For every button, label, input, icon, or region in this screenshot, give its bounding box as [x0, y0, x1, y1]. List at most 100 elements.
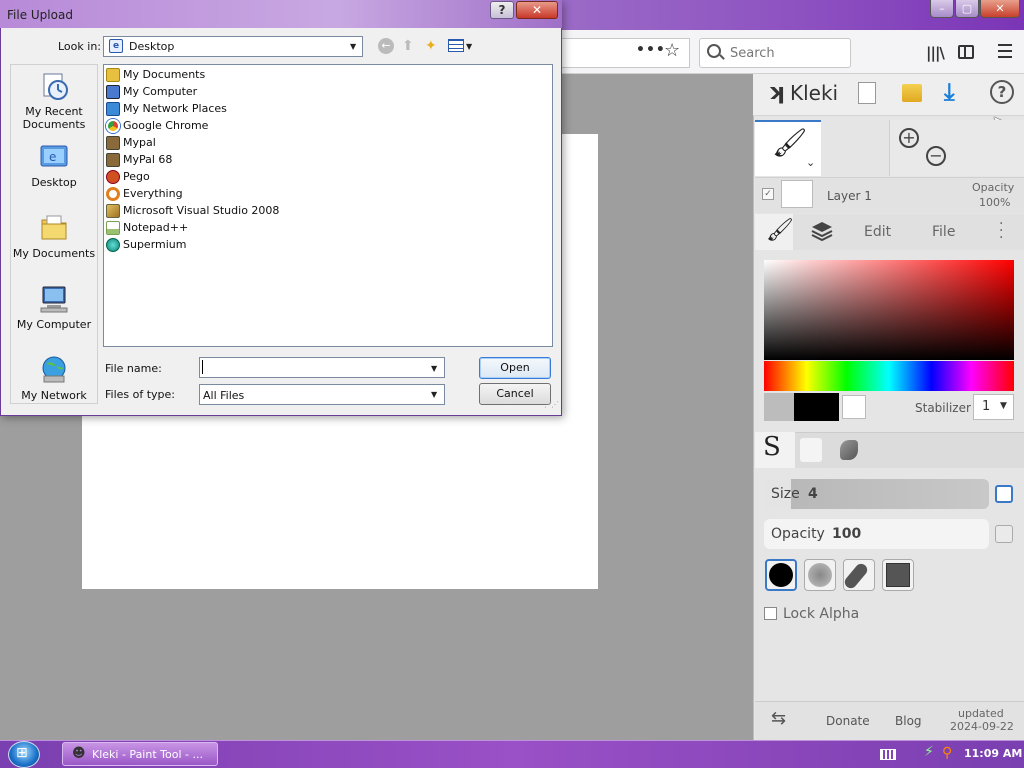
layer-opacity-value: 100% — [979, 196, 1011, 209]
keyboard-tray-icon[interactable] — [880, 749, 896, 760]
search-placeholder: Search — [730, 46, 775, 61]
back-icon[interactable]: ← — [378, 38, 394, 54]
chevron-down-icon[interactable]: ▼ — [431, 364, 437, 373]
svg-text:e: e — [49, 150, 56, 164]
more-options-icon[interactable]: · · · — [999, 217, 1003, 245]
clock[interactable]: 11:09 AM — [964, 747, 1022, 760]
maximize-button[interactable]: ▢ — [955, 0, 979, 18]
place-my-computer[interactable]: My Computer — [10, 318, 98, 331]
hue-slider[interactable] — [764, 361, 1014, 391]
opacity-pressure-checkbox[interactable] — [995, 525, 1013, 543]
zoom-in-icon[interactable]: + — [899, 128, 919, 148]
tab-file[interactable]: File — [932, 224, 955, 240]
size-value: 4 — [808, 486, 818, 502]
blend-brush-icon[interactable] — [800, 438, 822, 462]
notepad-icon — [106, 220, 120, 235]
my-network-icon — [42, 356, 66, 383]
view-menu-icon[interactable] — [448, 39, 464, 52]
zoom-out-icon[interactable]: − — [926, 146, 946, 166]
primary-color-swatch[interactable] — [794, 393, 839, 421]
search-tray-icon[interactable]: ⚲ — [942, 745, 952, 761]
computer-icon — [106, 84, 120, 99]
layer-visibility-checkbox[interactable]: ✓ — [762, 188, 774, 200]
size-pressure-checkbox[interactable] — [995, 485, 1013, 503]
file-name-label: File name: — [105, 362, 162, 375]
look-in-label: Look in: — [58, 40, 101, 53]
resize-grip-icon[interactable]: ⋰⋰ — [544, 400, 559, 409]
network-icon — [106, 101, 120, 116]
updated-label: updated — [958, 707, 1004, 720]
open-image-icon[interactable] — [902, 84, 922, 102]
blog-link[interactable]: Blog — [895, 714, 922, 728]
place-recent-documents[interactable]: My Recent Documents — [10, 105, 98, 131]
opacity-label: Opacity — [771, 526, 825, 542]
list-item[interactable]: Pego — [106, 168, 150, 185]
color-swatch-gray[interactable] — [764, 393, 794, 421]
list-item[interactable]: Everything — [106, 185, 183, 202]
download-icon[interactable]: ⤓ — [944, 78, 955, 106]
new-folder-icon[interactable]: ✦ — [425, 38, 437, 54]
files-of-type-value: All Files — [203, 389, 245, 402]
chrome-icon — [106, 118, 120, 133]
list-item[interactable]: Notepad++ — [106, 219, 188, 236]
page-actions-icon[interactable]: ••• — [636, 42, 666, 58]
round-soft-icon — [808, 563, 832, 587]
dialog-help-button[interactable]: ? — [490, 1, 514, 19]
list-item[interactable]: Supermium — [106, 236, 187, 253]
desktop-icon: e — [40, 145, 68, 167]
stabilizer-select[interactable]: 1 — [973, 394, 1014, 420]
pen-stroke-icon: S — [763, 432, 781, 462]
chevron-down-icon[interactable]: ▼ — [466, 42, 472, 51]
list-item[interactable]: Microsoft Visual Studio 2008 — [106, 202, 279, 219]
network-tray-icon[interactable]: ⚡ — [924, 744, 934, 760]
layers-icon[interactable] — [810, 220, 834, 242]
lock-alpha-checkbox[interactable] — [764, 607, 777, 620]
place-my-documents[interactable]: My Documents — [10, 247, 98, 260]
list-item[interactable]: MyPal 68 — [106, 151, 172, 168]
search-icon — [707, 44, 721, 58]
swap-arrows-icon[interactable]: ⇆ — [771, 708, 786, 729]
smudge-brush-icon[interactable] — [840, 440, 858, 460]
browser-app-icon: ☻ — [72, 746, 86, 761]
look-in-value: Desktop — [129, 40, 175, 53]
place-desktop[interactable]: Desktop — [10, 176, 98, 189]
kleki-logo-icon: ʞ — [768, 80, 785, 105]
list-item[interactable]: My Documents — [106, 66, 205, 83]
file-name-input[interactable] — [199, 357, 445, 378]
list-item[interactable]: My Computer — [106, 83, 197, 100]
search-input[interactable] — [699, 38, 851, 68]
dialog-close-button[interactable]: ✕ — [516, 1, 558, 19]
hamburger-menu-icon[interactable] — [998, 44, 1012, 58]
new-image-icon[interactable] — [858, 82, 876, 104]
brush-tab-icon: 🖌 — [766, 218, 794, 243]
minimize-button[interactable]: – — [930, 0, 954, 18]
donate-link[interactable]: Donate — [826, 714, 870, 728]
dialog-title-bar[interactable] — [0, 0, 562, 28]
dialog-title: File Upload — [7, 8, 73, 22]
layer-opacity-label: Opacity — [972, 181, 1015, 194]
place-my-network[interactable]: My Network — [10, 389, 98, 402]
help-icon[interactable]: ? — [990, 80, 1014, 104]
sidebar-toggle-icon[interactable] — [958, 45, 974, 59]
list-item[interactable]: Mypal — [106, 134, 156, 151]
tab-edit[interactable]: Edit — [864, 224, 891, 240]
chevron-down-icon: ▼ — [350, 42, 357, 51]
text-caret — [202, 360, 203, 374]
open-button[interactable]: Open — [479, 357, 551, 379]
list-item[interactable]: My Network Places — [106, 100, 227, 117]
close-window-button[interactable]: ✕ — [980, 0, 1020, 18]
everything-icon — [106, 186, 120, 201]
shortcut-icon — [106, 152, 120, 167]
stabilizer-label: Stabilizer — [915, 401, 971, 415]
color-saturation-field[interactable] — [764, 260, 1014, 360]
bookmark-star-icon[interactable]: ☆ — [664, 40, 680, 61]
round-hard-icon — [769, 563, 793, 587]
cancel-button[interactable]: Cancel — [479, 383, 551, 405]
kleki-logo[interactable]: Kleki — [790, 81, 838, 105]
list-item[interactable]: Google Chrome — [106, 117, 208, 134]
library-icon[interactable]: |||\ — [926, 44, 945, 62]
up-folder-icon[interactable]: ⬆ — [402, 38, 414, 54]
chevron-down-icon[interactable]: ⌄ — [806, 156, 815, 169]
secondary-color-swatch[interactable] — [842, 395, 866, 419]
desktop-icon: e — [109, 39, 123, 53]
